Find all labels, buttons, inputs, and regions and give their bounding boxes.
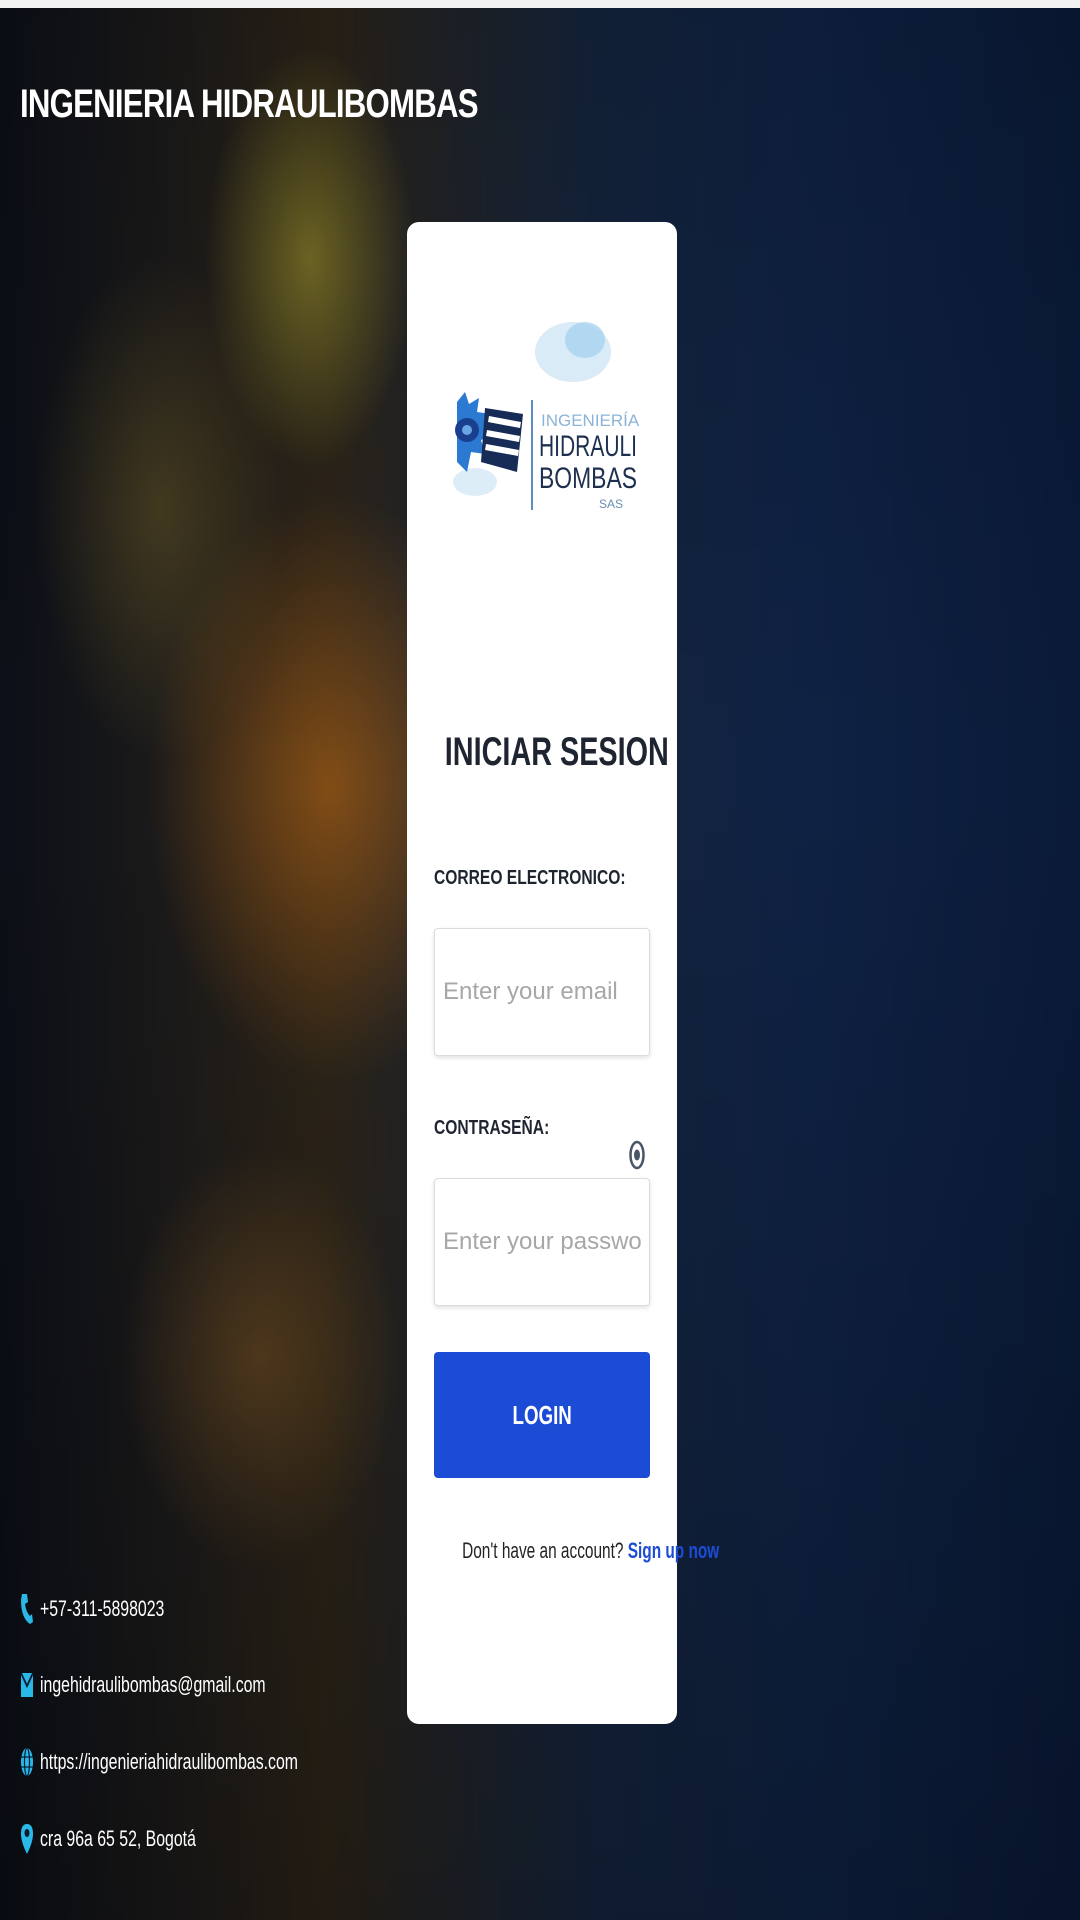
brand-title: INGENIERIA HIDRAULIBOMBAS: [20, 82, 479, 126]
login-button[interactable]: LOGIN: [434, 1352, 650, 1478]
signup-prompt: Don't have an account?: [462, 1538, 624, 1563]
contact-email: ingehidraulibombas@gmail.com: [20, 1670, 353, 1700]
password-label: CONTRASEÑA:: [434, 1117, 550, 1139]
contact-address-text: cra 96a 65 52, Bogotá: [40, 1826, 196, 1851]
contact-address: cra 96a 65 52, Bogotá: [20, 1822, 257, 1856]
contact-email-text: ingehidraulibombas@gmail.com: [40, 1672, 266, 1697]
logo-line2: HIDRAULI: [539, 430, 637, 463]
contact-phone-text: +57-311-5898023: [40, 1596, 165, 1621]
mail-icon: [20, 1672, 34, 1697]
contact-website-link[interactable]: https://ingenieriahidraulibombas.com: [40, 1749, 298, 1775]
email-field[interactable]: [434, 928, 650, 1056]
password-field[interactable]: [434, 1178, 650, 1306]
email-label: CORREO ELECTRONICO:: [434, 867, 626, 889]
page-title: INICIAR SESION: [444, 730, 669, 774]
company-logo: INGENIERÍA HIDRAULI BOMBAS SAS: [453, 322, 640, 511]
top-strip: [0, 0, 1080, 8]
logo-line4: SAS: [599, 497, 623, 511]
eye-icon[interactable]: [629, 1140, 645, 1170]
login-card: INGENIERÍA HIDRAULI BOMBAS SAS INICIAR S…: [407, 222, 719, 1724]
phone-icon: [21, 1594, 33, 1624]
contact-phone: +57-311-5898023: [20, 1592, 213, 1626]
signup-link[interactable]: Sign up now: [628, 1538, 720, 1563]
logo-line3: BOMBAS: [539, 462, 637, 495]
logo-line1: INGENIERÍA: [541, 411, 640, 430]
contact-website: https://ingenieriahidraulibombas.com: [20, 1746, 398, 1778]
globe-icon: [21, 1747, 33, 1777]
login-button-label: LOGIN: [512, 1399, 572, 1430]
signup-row: Don't have an account? Sign up now: [407, 1538, 719, 1564]
location-pin-icon: [21, 1824, 33, 1854]
